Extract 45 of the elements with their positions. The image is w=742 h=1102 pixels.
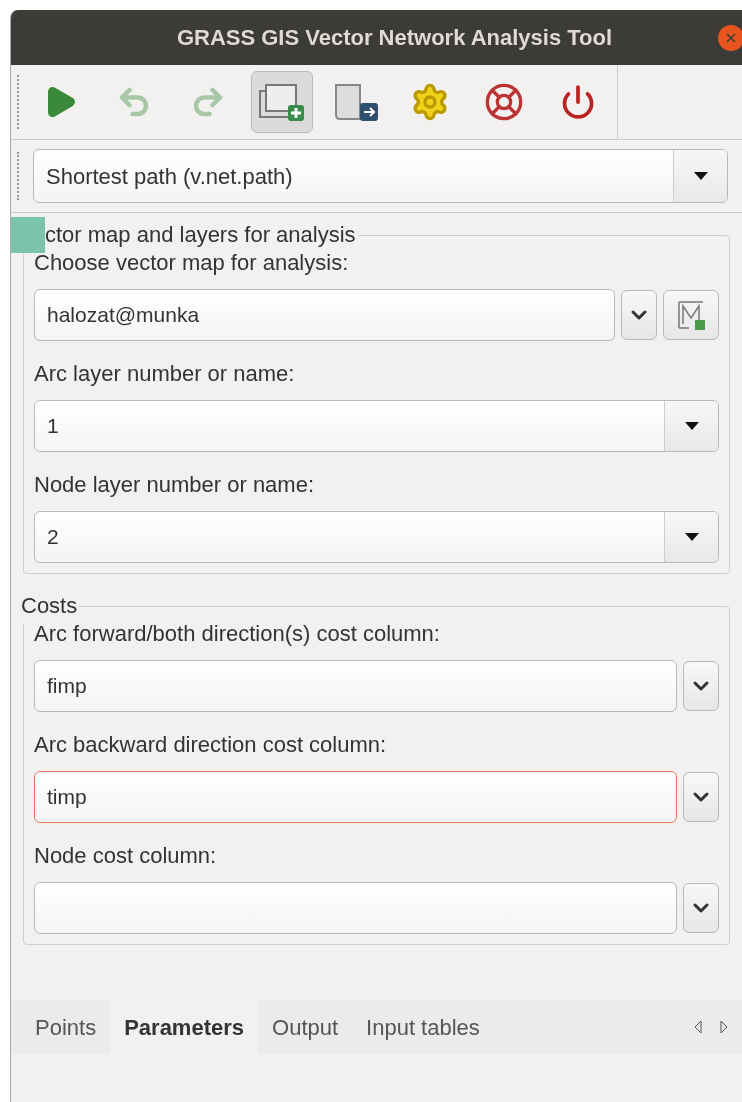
scroll-right-icon[interactable] — [720, 1020, 728, 1034]
input-field[interactable]: timp — [34, 771, 677, 823]
select-value: 1 — [46, 413, 60, 440]
tab[interactable]: Output — [258, 1000, 353, 1054]
select-value: 2 — [46, 524, 60, 551]
analysis-select[interactable]: Shortest path (v.net.path) — [33, 149, 728, 203]
scroll-left-icon[interactable] — [694, 1020, 702, 1034]
select-field[interactable]: 2 — [34, 511, 719, 563]
layer-add-icon — [258, 81, 306, 123]
toolbar-grip — [17, 152, 20, 200]
dropdown-button[interactable] — [683, 772, 719, 822]
tab[interactable]: Parameters — [110, 1000, 259, 1054]
field-label: Node cost column: — [34, 842, 218, 870]
input-field[interactable] — [34, 882, 677, 934]
dropdown-button[interactable] — [683, 883, 719, 933]
dropdown-arrow-icon — [693, 172, 708, 180]
tile-icon — [11, 217, 45, 253]
field-label: Arc forward/both direction(s) cost column: — [34, 620, 441, 648]
input-field[interactable]: halozat@munka — [34, 289, 615, 341]
vector-map-icon — [675, 298, 707, 332]
toolbar-grip — [17, 75, 20, 129]
power-icon — [560, 84, 596, 120]
close-button[interactable] — [718, 24, 742, 51]
field-label: Arc backward direction cost column: — [34, 731, 388, 759]
input-field[interactable]: fimp — [34, 660, 677, 712]
gear-icon — [410, 82, 450, 122]
group-title: ctor map and layers for analysis — [45, 222, 356, 248]
document-export-icon — [332, 81, 380, 123]
dropdown-button[interactable] — [621, 290, 657, 340]
group-title: Costs — [20, 593, 78, 619]
lifebuoy-icon — [484, 82, 524, 122]
tab[interactable]: Points — [21, 1000, 111, 1054]
toolbar-button[interactable] — [251, 71, 313, 133]
select-value: Shortest path (v.net.path) — [45, 162, 294, 191]
field-label: Arc layer number or name: — [34, 360, 296, 388]
dropdown-button[interactable] — [683, 661, 719, 711]
window-title: GRASS GIS Vector Network Analysis Tool — [175, 24, 614, 52]
dropdown-arrow-icon — [684, 533, 699, 541]
dropdown-arrow-icon — [684, 422, 699, 430]
tab[interactable]: Input tables — [352, 1000, 494, 1054]
field-label: Choose vector map for analysis: — [34, 249, 350, 277]
select-field[interactable]: 1 — [34, 400, 719, 452]
close-icon — [726, 32, 736, 43]
map-button[interactable] — [663, 290, 719, 340]
field-label: Node layer number or name: — [34, 471, 316, 499]
